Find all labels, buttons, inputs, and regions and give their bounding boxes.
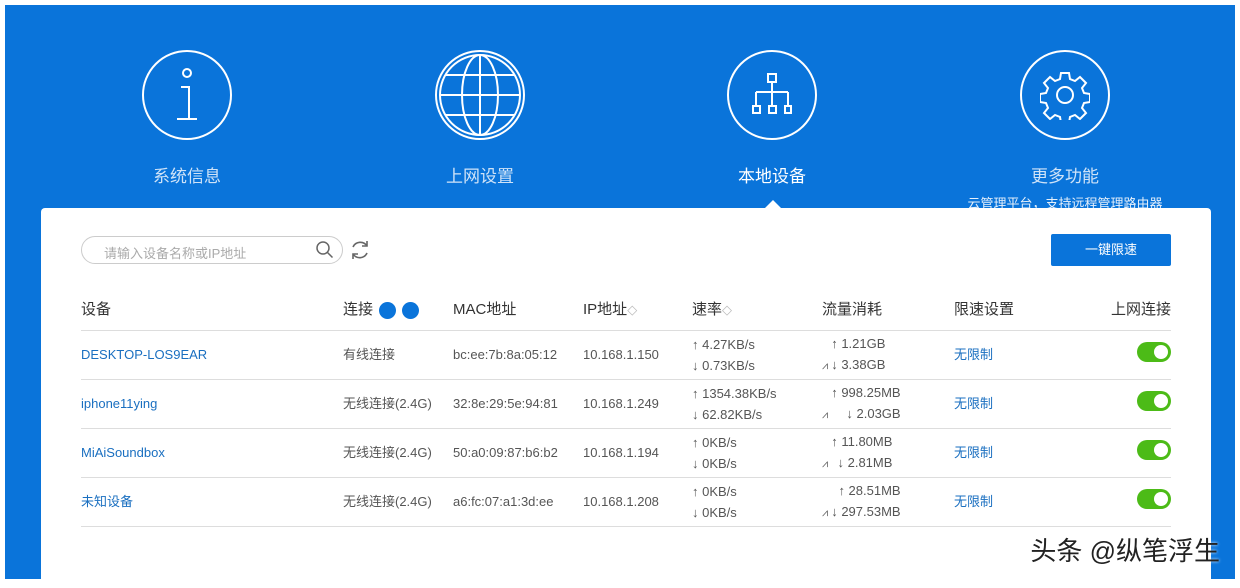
- col-ip-label: IP地址: [583, 301, 627, 318]
- search-icon[interactable]: [316, 241, 334, 259]
- rate-cell: ↑ 0KB/s↓ 0KB/s: [692, 428, 822, 477]
- download-traffic: ↓ 297.53MB: [831, 501, 900, 522]
- col-online: 上网连接: [1074, 288, 1171, 330]
- info-icon: [142, 50, 232, 140]
- speed-limit-link[interactable]: 无限制: [954, 494, 993, 509]
- col-rate[interactable]: 速率◇: [692, 288, 822, 330]
- speed-limit-link[interactable]: 无限制: [954, 347, 993, 362]
- nav-system-info[interactable]: 系统信息: [87, 50, 287, 187]
- upload-rate: ↑ 1354.38KB/s: [692, 383, 822, 404]
- connection-type: 有线连接: [343, 330, 453, 379]
- table-row: 未知设备 无线连接(2.4G) a6:fc:07:a1:3d:ee 10.168…: [81, 477, 1171, 526]
- nav-label: 本地设备: [672, 162, 872, 187]
- speed-limit-link[interactable]: 无限制: [954, 445, 993, 460]
- device-name-link[interactable]: DESKTOP-LOS9EAR: [81, 347, 207, 362]
- table-row: DESKTOP-LOS9EAR 有线连接 bc:ee:7b:8a:05:12 1…: [81, 330, 1171, 379]
- search-placeholder: 请输入设备名称或IP地址: [104, 246, 246, 261]
- top-nav: 系统信息 上网设置 本地设备 更多功能 云管理平台，支持远程管理路由器: [5, 5, 1235, 210]
- limit-all-button[interactable]: 一键限速: [1051, 234, 1171, 266]
- device-name-link[interactable]: 未知设备: [81, 494, 133, 509]
- download-rate: ↓ 0KB/s: [692, 502, 822, 523]
- traffic-chart-icon[interactable]: ⩘: [822, 458, 828, 470]
- internet-access-toggle[interactable]: [1137, 342, 1171, 362]
- mac-address: bc:ee:7b:8a:05:12: [453, 330, 583, 379]
- nav-more-functions[interactable]: 更多功能 云管理平台，支持远程管理路由器: [965, 50, 1165, 212]
- download-rate: ↓ 0.73KB/s: [692, 355, 822, 376]
- wired-filter-icon[interactable]: [402, 302, 419, 319]
- internet-access-toggle[interactable]: [1137, 391, 1171, 411]
- traffic-chart-icon[interactable]: ⩘: [822, 409, 828, 421]
- search-input[interactable]: 请输入设备名称或IP地址: [81, 236, 343, 264]
- traffic-cell: ⩘↑ 28.51MB↓ 297.53MB: [822, 477, 954, 526]
- internet-access-toggle[interactable]: [1137, 489, 1171, 509]
- nav-label: 更多功能: [965, 162, 1165, 187]
- upload-traffic: ↑ 998.25MB: [831, 382, 900, 403]
- nav-internet-settings[interactable]: 上网设置: [380, 50, 580, 187]
- col-mac: MAC地址: [453, 288, 583, 330]
- table-row: MiAiSoundbox 无线连接(2.4G) 50:a0:09:87:b6:b…: [81, 428, 1171, 477]
- ip-address: 10.168.1.194: [583, 428, 692, 477]
- traffic-chart-icon[interactable]: ⩘: [822, 360, 828, 372]
- table-row: iphone11ying 无线连接(2.4G) 32:8e:29:5e:94:8…: [81, 379, 1171, 428]
- ip-address: 10.168.1.208: [583, 477, 692, 526]
- col-traffic: 流量消耗: [822, 288, 954, 330]
- download-traffic: ↓ 2.03GB: [831, 403, 900, 424]
- col-limit: 限速设置: [954, 288, 1074, 330]
- traffic-chart-icon[interactable]: ⩘: [822, 507, 828, 519]
- download-rate: ↓ 62.82KB/s: [692, 404, 822, 425]
- rate-cell: ↑ 4.27KB/s↓ 0.73KB/s: [692, 330, 822, 379]
- internet-access-toggle[interactable]: [1137, 440, 1171, 460]
- mac-address: a6:fc:07:a1:3d:ee: [453, 477, 583, 526]
- network-tree-icon: [727, 50, 817, 140]
- globe-icon: [435, 50, 525, 140]
- download-traffic: ↓ 3.38GB: [831, 354, 885, 375]
- page-background: 系统信息 上网设置 本地设备 更多功能 云管理平台，支持远程管理路由器 请输入设…: [5, 5, 1235, 579]
- watermark: 头条 @纵笔浮生: [1030, 531, 1220, 568]
- mac-address: 32:8e:29:5e:94:81: [453, 379, 583, 428]
- gear-icon: [1020, 50, 1110, 140]
- connection-type: 无线连接(2.4G): [343, 428, 453, 477]
- nav-label: 系统信息: [87, 162, 287, 187]
- speed-limit-link[interactable]: 无限制: [954, 396, 993, 411]
- col-device: 设备: [81, 288, 343, 330]
- traffic-cell: ⩘↑ 1.21GB↓ 3.38GB: [822, 330, 954, 379]
- nav-label: 上网设置: [380, 162, 580, 187]
- mac-address: 50:a0:09:87:b6:b2: [453, 428, 583, 477]
- table-header: 设备 连接 MAC地址 IP地址◇ 速率◇ 流量消耗 限速设置 上网连接: [81, 288, 1171, 330]
- rate-cell: ↑ 1354.38KB/s↓ 62.82KB/s: [692, 379, 822, 428]
- col-connection-label: 连接: [343, 301, 373, 318]
- device-name-link[interactable]: iphone11ying: [81, 396, 157, 411]
- refresh-icon[interactable]: [349, 239, 371, 261]
- wifi-filter-icon[interactable]: [379, 302, 396, 319]
- col-connection[interactable]: 连接: [343, 288, 453, 330]
- ip-address: 10.168.1.150: [583, 330, 692, 379]
- rate-cell: ↑ 0KB/s↓ 0KB/s: [692, 477, 822, 526]
- traffic-cell: ⩘↑ 11.80MB↓ 2.81MB: [822, 428, 954, 477]
- col-rate-label: 速率: [692, 301, 722, 318]
- download-rate: ↓ 0KB/s: [692, 453, 822, 474]
- sort-icon[interactable]: ◇: [722, 302, 732, 317]
- traffic-cell: ⩘↑ 998.25MB↓ 2.03GB: [822, 379, 954, 428]
- download-traffic: ↓ 2.81MB: [831, 452, 892, 473]
- nav-local-devices[interactable]: 本地设备: [672, 50, 872, 187]
- col-ip[interactable]: IP地址◇: [583, 288, 692, 330]
- connection-type: 无线连接(2.4G): [343, 477, 453, 526]
- upload-rate: ↑ 4.27KB/s: [692, 334, 822, 355]
- upload-rate: ↑ 0KB/s: [692, 481, 822, 502]
- device-table: 设备 连接 MAC地址 IP地址◇ 速率◇ 流量消耗 限速设置 上网连接 DES…: [81, 288, 1171, 527]
- upload-traffic: ↑ 11.80MB: [831, 431, 892, 452]
- sort-icon[interactable]: ◇: [627, 302, 637, 317]
- upload-traffic: ↑ 28.51MB: [831, 480, 900, 501]
- upload-traffic: ↑ 1.21GB: [831, 333, 885, 354]
- ip-address: 10.168.1.249: [583, 379, 692, 428]
- upload-rate: ↑ 0KB/s: [692, 432, 822, 453]
- connection-type: 无线连接(2.4G): [343, 379, 453, 428]
- device-name-link[interactable]: MiAiSoundbox: [81, 445, 165, 460]
